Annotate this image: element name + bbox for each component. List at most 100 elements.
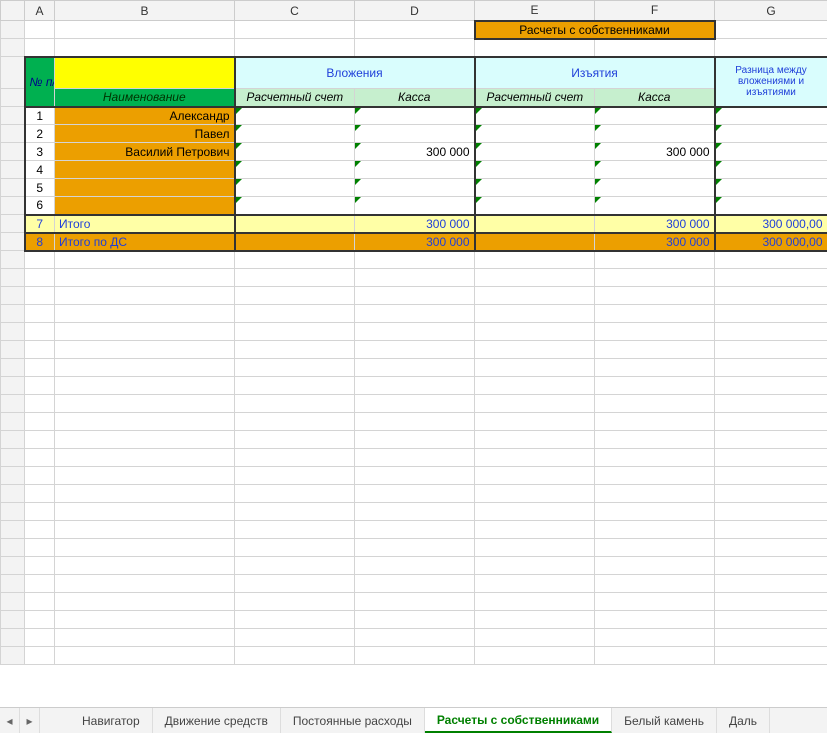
cell[interactable]	[355, 629, 475, 647]
cell[interactable]	[235, 395, 355, 413]
cell[interactable]	[25, 413, 55, 431]
cell[interactable]	[715, 521, 827, 539]
cell[interactable]	[595, 323, 715, 341]
cell[interactable]	[235, 521, 355, 539]
row-header[interactable]	[1, 395, 25, 413]
table-row[interactable]: 5	[1, 179, 827, 197]
cell[interactable]	[55, 539, 235, 557]
cell[interactable]	[235, 179, 355, 197]
row-header[interactable]	[1, 557, 25, 575]
cell[interactable]	[235, 557, 355, 575]
sheet-tab[interactable]: Постоянные расходы	[281, 708, 425, 733]
cell[interactable]	[715, 431, 827, 449]
col-header[interactable]: F	[595, 1, 715, 21]
row-header[interactable]	[1, 57, 25, 89]
cell-n[interactable]: 3	[25, 143, 55, 161]
cell[interactable]	[595, 287, 715, 305]
cell[interactable]	[595, 305, 715, 323]
cell[interactable]	[715, 449, 827, 467]
cell[interactable]	[25, 323, 55, 341]
cell[interactable]	[55, 521, 235, 539]
row-header[interactable]	[1, 89, 25, 107]
cell[interactable]	[55, 575, 235, 593]
cell[interactable]	[355, 251, 475, 269]
cell[interactable]	[475, 467, 595, 485]
sheet-tab[interactable]: Движение средств	[153, 708, 281, 733]
cell[interactable]	[355, 179, 475, 197]
cell[interactable]	[235, 161, 355, 179]
cell[interactable]	[25, 611, 55, 629]
cell[interactable]	[475, 197, 595, 215]
cell[interactable]	[55, 431, 235, 449]
col-header[interactable]: G	[715, 1, 827, 21]
cell[interactable]	[715, 593, 827, 611]
cell[interactable]	[475, 323, 595, 341]
sheet-tab[interactable]: Белый камень	[612, 708, 717, 733]
row-header[interactable]	[1, 251, 25, 269]
cell[interactable]	[25, 557, 55, 575]
cell[interactable]	[55, 269, 235, 287]
cell[interactable]	[55, 593, 235, 611]
cell[interactable]	[355, 593, 475, 611]
cell[interactable]	[475, 377, 595, 395]
cell[interactable]	[25, 305, 55, 323]
cell[interactable]	[355, 467, 475, 485]
cell[interactable]	[235, 39, 355, 57]
cell[interactable]	[715, 323, 827, 341]
cell[interactable]	[355, 39, 475, 57]
cell[interactable]	[595, 521, 715, 539]
cell[interactable]	[475, 485, 595, 503]
cell[interactable]	[25, 21, 55, 39]
cell[interactable]	[475, 251, 595, 269]
cell[interactable]	[355, 539, 475, 557]
cell[interactable]	[595, 593, 715, 611]
row-header[interactable]	[1, 269, 25, 287]
row-header[interactable]	[1, 647, 25, 665]
cell[interactable]: 300 000	[355, 143, 475, 161]
cell[interactable]	[475, 143, 595, 161]
cell[interactable]	[475, 647, 595, 665]
cell[interactable]: 300 000	[595, 143, 715, 161]
cell[interactable]	[235, 629, 355, 647]
tab-nav-prev-icon[interactable]: ◂	[0, 708, 20, 733]
cell[interactable]	[715, 287, 827, 305]
row-header[interactable]	[1, 377, 25, 395]
cell-name[interactable]: Павел	[55, 125, 235, 143]
cell[interactable]	[235, 125, 355, 143]
row-header[interactable]	[1, 575, 25, 593]
cell[interactable]	[25, 629, 55, 647]
row-header[interactable]	[1, 323, 25, 341]
cell[interactable]	[25, 521, 55, 539]
cell[interactable]	[355, 287, 475, 305]
table-row[interactable]: 3 Василий Петрович 300 000 300 000	[1, 143, 827, 161]
cell[interactable]	[355, 521, 475, 539]
cell-name[interactable]	[55, 197, 235, 215]
cell[interactable]	[25, 39, 55, 57]
cell-name[interactable]	[55, 179, 235, 197]
row-header[interactable]	[1, 39, 25, 57]
cell[interactable]	[355, 575, 475, 593]
cell[interactable]	[595, 629, 715, 647]
cell[interactable]	[715, 503, 827, 521]
cell[interactable]	[55, 611, 235, 629]
cell[interactable]	[55, 395, 235, 413]
row-header[interactable]	[1, 305, 25, 323]
cell[interactable]	[595, 395, 715, 413]
table-row[interactable]: 4	[1, 161, 827, 179]
cell[interactable]	[235, 539, 355, 557]
cell[interactable]	[595, 485, 715, 503]
cell[interactable]	[55, 287, 235, 305]
cell[interactable]	[355, 395, 475, 413]
cell[interactable]	[25, 341, 55, 359]
spreadsheet-grid[interactable]: A B C D E F G Расчеты с собственниками №…	[0, 0, 827, 665]
cell[interactable]	[55, 21, 235, 39]
cell[interactable]	[595, 467, 715, 485]
cell[interactable]	[595, 341, 715, 359]
row-header[interactable]	[1, 179, 25, 197]
cell[interactable]	[475, 413, 595, 431]
cell[interactable]	[475, 431, 595, 449]
cell[interactable]	[235, 647, 355, 665]
cell[interactable]	[55, 323, 235, 341]
cell[interactable]	[55, 467, 235, 485]
row-header[interactable]	[1, 161, 25, 179]
